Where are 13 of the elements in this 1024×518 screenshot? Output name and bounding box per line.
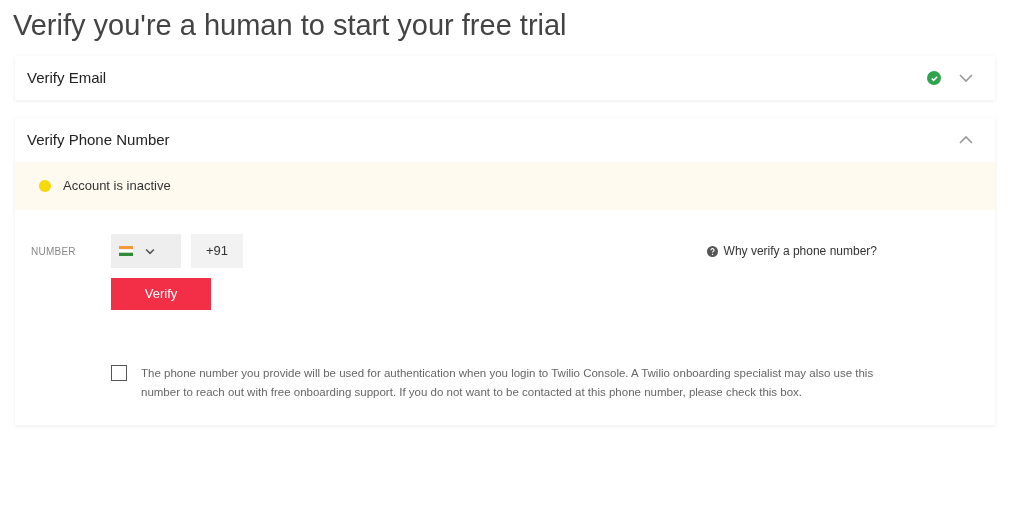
country-select[interactable] xyxy=(111,234,181,268)
verify-button[interactable]: Verify xyxy=(111,278,211,310)
status-text: Account is inactive xyxy=(63,177,171,196)
help-icon xyxy=(706,245,718,257)
flag-icon xyxy=(119,246,133,256)
section-title[interactable]: Verify Phone Number xyxy=(27,128,957,152)
help-link[interactable]: Why verify a phone number? xyxy=(706,242,877,260)
country-code: +91 xyxy=(191,234,243,268)
page-title: Verify you're a human to start your free trial xyxy=(13,8,567,43)
section-title[interactable]: Verify Email xyxy=(27,66,927,90)
field-label: NUMBER xyxy=(31,244,77,259)
checkbox[interactable] xyxy=(111,365,127,381)
consent-text: The phone number you provide will be used for authentication when you login to Twilio Console. A Twilio onboarding specialist may also use this number to reach out with free onboarding support. If you do not want to be contacted at this phone number, please check this box. xyxy=(141,366,875,400)
